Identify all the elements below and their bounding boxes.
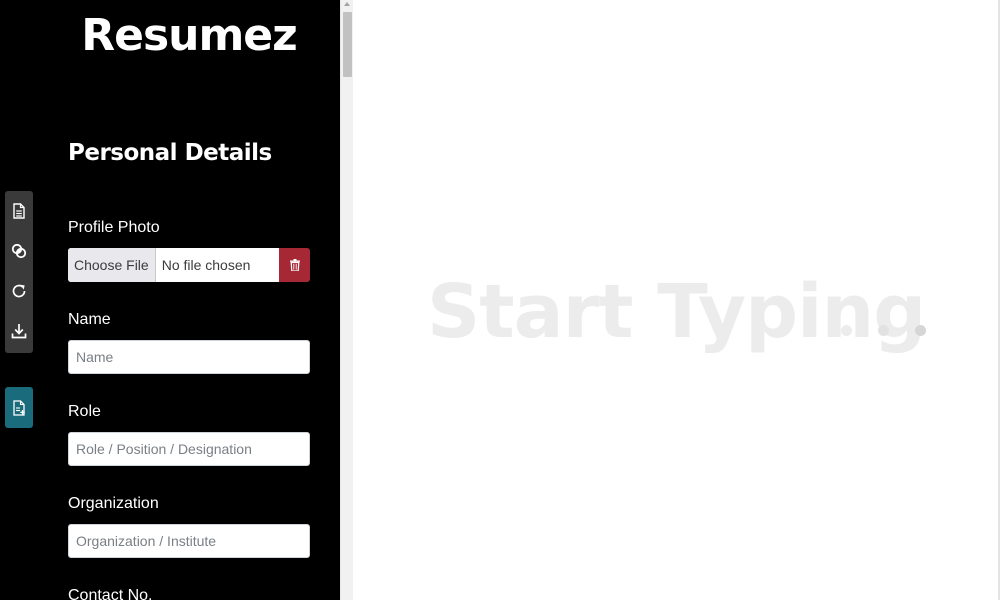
typing-dot: [878, 325, 889, 336]
refresh-icon: [12, 284, 26, 298]
typing-dot: [841, 325, 852, 336]
section-title: Personal Details: [68, 140, 272, 166]
file-input[interactable]: Choose File No file chosen: [68, 248, 279, 282]
role-label: Role: [68, 403, 101, 420]
scroll-up-arrow[interactable]: [344, 2, 350, 6]
trash-icon: [289, 259, 300, 271]
download-button[interactable]: [5, 311, 33, 351]
document-icon: [13, 203, 25, 219]
delete-photo-button[interactable]: [279, 248, 310, 282]
link-button[interactable]: [5, 231, 33, 271]
download-icon: [11, 324, 27, 339]
choose-file-button[interactable]: Choose File: [68, 248, 156, 282]
organization-label: Organization: [68, 495, 159, 512]
file-status: No file chosen: [161, 257, 251, 273]
contact-label: Contact No.: [68, 587, 153, 600]
editor-panel: Resumez Personal Details Profile Photo C…: [0, 0, 340, 600]
resume-preview: Start Typing: [353, 0, 1000, 600]
role-input[interactable]: [68, 432, 310, 466]
template-button[interactable]: [5, 387, 33, 428]
typing-dot: [915, 325, 926, 336]
name-label: Name: [68, 311, 111, 328]
name-input[interactable]: [68, 340, 310, 374]
typing-dots: [841, 325, 926, 336]
resume-button[interactable]: [5, 191, 33, 231]
organization-input[interactable]: [68, 524, 310, 558]
app-title: Resumez: [81, 10, 298, 61]
link-icon: [11, 243, 27, 259]
reset-button[interactable]: [5, 271, 33, 311]
scroll-thumb[interactable]: [343, 12, 352, 77]
editor-scrollbar[interactable]: [340, 0, 353, 600]
profile-photo-label: Profile Photo: [68, 219, 160, 236]
profile-photo-field: Choose File No file chosen: [68, 248, 310, 282]
toolbar: [5, 191, 33, 353]
document-add-icon: [12, 399, 25, 416]
preview-placeholder: Start Typing: [427, 269, 926, 355]
